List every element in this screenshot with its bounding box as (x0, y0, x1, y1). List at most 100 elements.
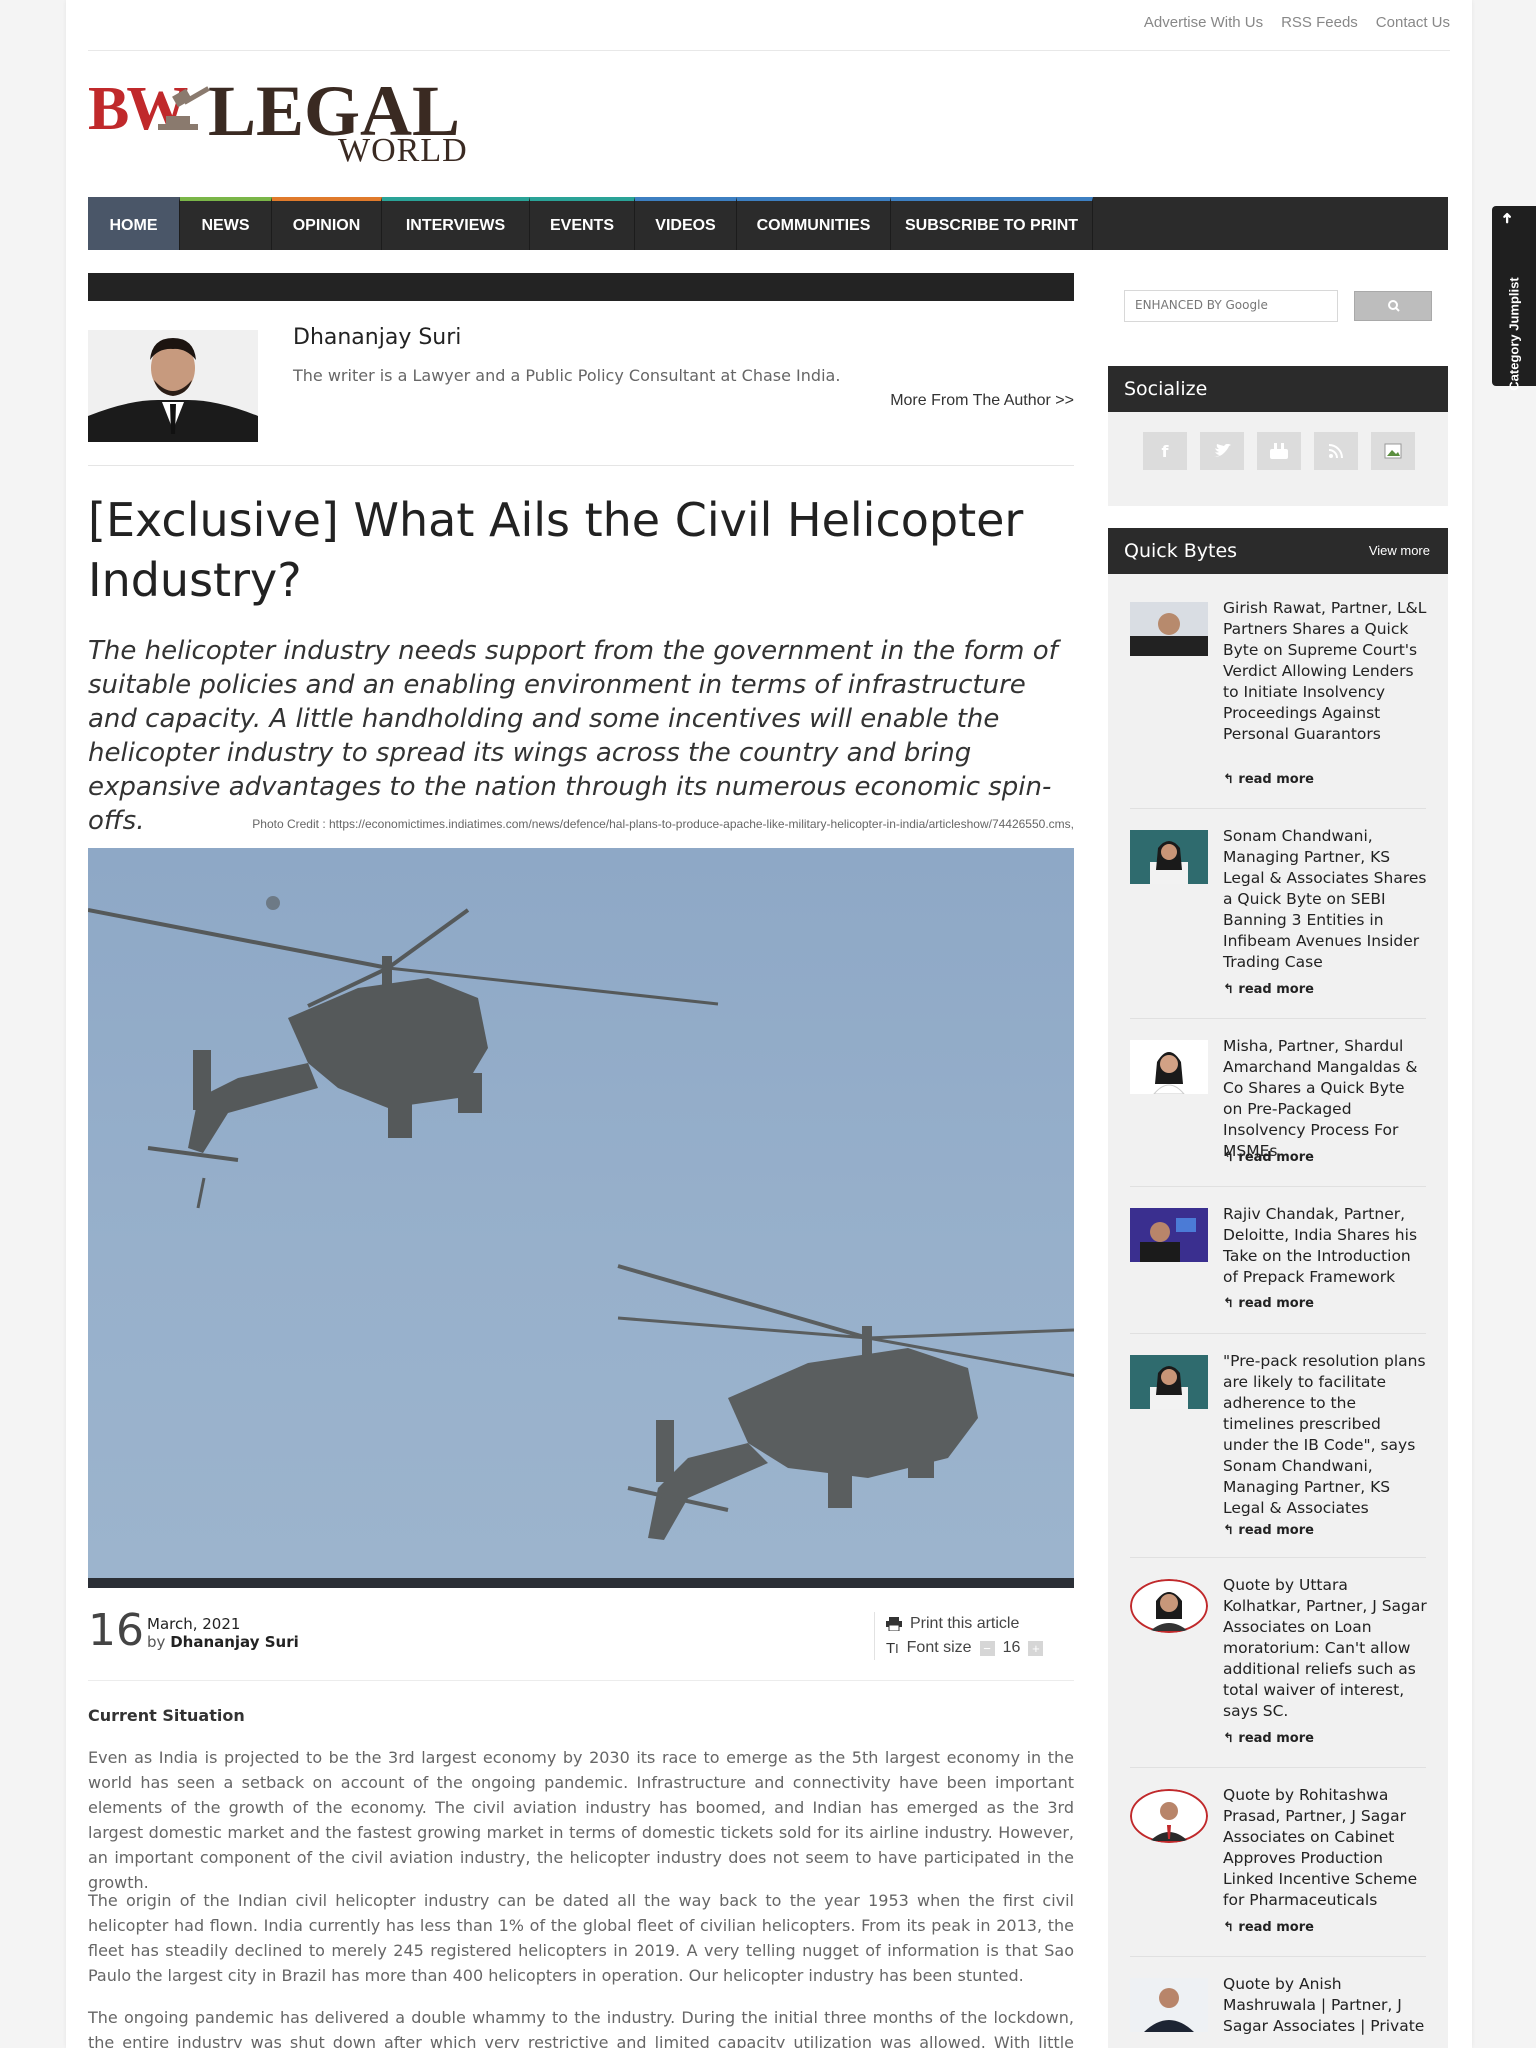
author-photo (88, 330, 258, 442)
font-size-value: 16 (1002, 1639, 1021, 1656)
nav-home[interactable]: HOME (88, 197, 180, 250)
reply-icon: ↰ (1223, 982, 1239, 997)
twitter-icon[interactable] (1200, 432, 1244, 470)
quick-byte-title[interactable]: Quote by Uttara Kolhatkar, Partner, J Sa… (1223, 1575, 1428, 1722)
printer-icon (886, 1617, 902, 1631)
search-button[interactable] (1354, 291, 1432, 321)
read-more-link[interactable]: ↰ read more (1223, 1150, 1314, 1165)
article-lead: The helicopter industry needs support fr… (88, 636, 1058, 836)
ad-banner-bar (88, 273, 1074, 301)
reply-icon: ↰ (1223, 1731, 1239, 1746)
author-description: The writer is a Lawyer and a Public Poli… (293, 366, 841, 385)
article-month-year: March, 2021 (147, 1615, 241, 1633)
list-item[interactable]: Quote by Uttara Kolhatkar, Partner, J Sa… (1130, 1573, 1428, 1768)
read-more-link[interactable]: ↰ read more (1223, 1731, 1314, 1746)
quick-byte-title[interactable]: Quote by Rohitashwa Prasad, Partner, J S… (1223, 1785, 1428, 1911)
thumbnail (1130, 1040, 1208, 1094)
nav-events[interactable]: EVENTS (530, 197, 635, 250)
more-from-author-link[interactable]: More From The Author >> (890, 392, 1074, 410)
quick-byte-title[interactable]: Girish Rawat, Partner, L&L Partners Shar… (1223, 598, 1428, 745)
list-item[interactable]: Girish Rawat, Partner, L&L Partners Shar… (1130, 596, 1426, 809)
font-decrease-button[interactable]: − (979, 1640, 995, 1656)
reply-icon: ↰ (1223, 1523, 1239, 1538)
list-item[interactable]: Misha, Partner, Shardul Amarchand Mangal… (1130, 1034, 1426, 1187)
rss-icon[interactable] (1314, 432, 1358, 470)
category-jumplist-tab[interactable]: ➜ Category Jumplist (1492, 206, 1536, 391)
thumbnail (1130, 1208, 1208, 1262)
article-day: 16 (88, 1605, 144, 1656)
byline-prefix: by (147, 1633, 166, 1651)
facebook-icon[interactable]: f (1143, 432, 1187, 470)
font-size-control: TI Font size − 16 + (886, 1636, 1044, 1660)
author-name[interactable]: Dhananjay Suri (293, 325, 461, 350)
nav-videos[interactable]: VIDEOS (635, 197, 737, 250)
photo-credit: Photo Credit : https://economictimes.ind… (252, 817, 1074, 831)
search-input[interactable]: ENHANCED BY Google (1124, 290, 1338, 322)
advertise-link[interactable]: Advertise With Us (1144, 14, 1263, 31)
read-more-link[interactable]: ↰ read more (1223, 772, 1314, 787)
section-heading: Current Situation (88, 1706, 245, 1725)
quick-byte-title[interactable]: "Pre-pack resolution plans are likely to… (1223, 1351, 1428, 1519)
quick-bytes-header: Quick Bytes View more (1108, 528, 1448, 574)
quick-byte-title[interactable]: Rajiv Chandak, Partner, Deloitte, India … (1223, 1204, 1428, 1288)
rss-feeds-link[interactable]: RSS Feeds (1281, 14, 1358, 31)
reply-icon: ↰ (1223, 772, 1239, 787)
article-paragraph: The ongoing pandemic has delivered a dou… (88, 2008, 1074, 2048)
nav-news[interactable]: NEWS (180, 197, 272, 250)
article-tools: Print this article TI Font size − 16 + (874, 1612, 1044, 1660)
thumbnail (1130, 602, 1208, 656)
contact-us-link[interactable]: Contact Us (1376, 14, 1450, 31)
list-item[interactable]: "Pre-pack resolution plans are likely to… (1130, 1349, 1426, 1558)
thumbnail (1130, 1789, 1208, 1843)
arrow-left-icon: ➜ (1498, 212, 1515, 224)
list-item[interactable]: Quote by Rohitashwa Prasad, Partner, J S… (1130, 1783, 1426, 1957)
view-more-link[interactable]: View more (1369, 543, 1430, 558)
article-hero-image (88, 848, 1074, 1578)
youtube-icon[interactable] (1257, 432, 1301, 470)
image-icon[interactable] (1371, 432, 1415, 470)
list-item[interactable]: Sonam Chandwani, Managing Partner, KS Le… (1130, 824, 1426, 1019)
thumbnail (1130, 1579, 1208, 1633)
text-size-icon: TI (886, 1639, 899, 1657)
quick-byte-title[interactable]: Misha, Partner, Shardul Amarchand Mangal… (1223, 1036, 1428, 1162)
list-item[interactable]: Quote by Anish Mashruwala | Partner, J S… (1130, 1972, 1426, 2048)
social-icons: f (1108, 412, 1448, 506)
font-size-label: Font size (906, 1639, 972, 1656)
nav-interviews[interactable]: INTERVIEWS (382, 197, 530, 250)
jumplist-label: Category Jumplist (1506, 277, 1522, 391)
site-logo[interactable]: BW LEGAL WORLD (88, 71, 468, 170)
page: Advertise With Us RSS Feeds Contact Us B… (66, 0, 1472, 2048)
article-byline: by Dhananjay Suri (147, 1633, 299, 1651)
divider (88, 465, 1074, 466)
article-paragraph: Even as India is projected to be the 3rd… (88, 1748, 1074, 1892)
quick-bytes-list: Girish Rawat, Partner, L&L Partners Shar… (1108, 574, 1448, 2048)
socialize-title: Socialize (1124, 378, 1208, 400)
quick-bytes-title: Quick Bytes (1124, 540, 1238, 562)
reply-icon: ↰ (1223, 1296, 1239, 1311)
thumbnail (1130, 1978, 1208, 2032)
reply-icon: ↰ (1223, 1920, 1239, 1935)
tools-divider (874, 1612, 875, 1660)
font-increase-button[interactable]: + (1028, 1640, 1044, 1656)
nav-subscribe[interactable]: SUBSCRIBE TO PRINT (891, 197, 1093, 250)
nav-opinion[interactable]: OPINION (272, 197, 382, 250)
gavel-icon (158, 86, 210, 130)
thumbnail (1130, 1355, 1208, 1409)
top-divider (88, 50, 1450, 51)
quick-byte-title[interactable]: Quote by Anish Mashruwala | Partner, J S… (1223, 1974, 1428, 2037)
socialize-header: Socialize (1108, 366, 1448, 412)
read-more-link[interactable]: ↰ read more (1223, 1920, 1314, 1935)
print-article-button[interactable]: Print this article (886, 1612, 1043, 1636)
read-more-link[interactable]: ↰ read more (1223, 1523, 1314, 1538)
list-item[interactable]: Rajiv Chandak, Partner, Deloitte, India … (1130, 1202, 1426, 1334)
hero-caption-bar (88, 1578, 1074, 1588)
quick-byte-title[interactable]: Sonam Chandwani, Managing Partner, KS Le… (1223, 826, 1428, 973)
read-more-link[interactable]: ↰ read more (1223, 1296, 1314, 1311)
nav-communities[interactable]: COMMUNITIES (737, 197, 891, 250)
byline-author[interactable]: Dhananjay Suri (170, 1633, 299, 1651)
main-nav: HOME NEWS OPINION INTERVIEWS EVENTS VIDE… (88, 197, 1448, 250)
logo-world: WORLD (338, 132, 468, 169)
reply-icon: ↰ (1223, 1150, 1239, 1165)
top-links: Advertise With Us RSS Feeds Contact Us (1144, 14, 1450, 31)
read-more-link[interactable]: ↰ read more (1223, 982, 1314, 997)
